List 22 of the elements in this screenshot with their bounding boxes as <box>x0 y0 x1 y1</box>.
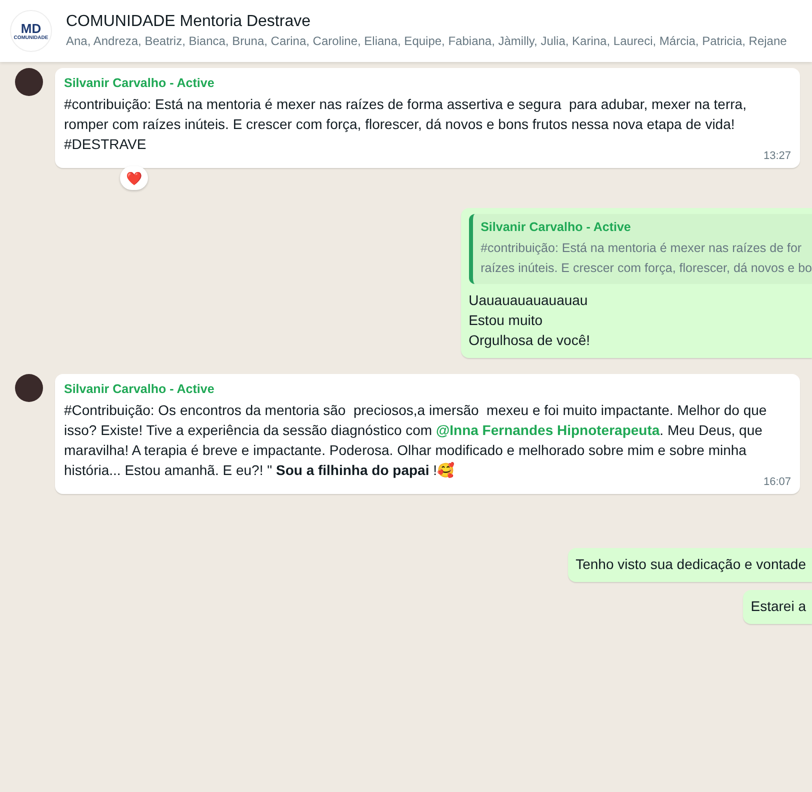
group-title[interactable]: COMUNIDADE Mentoria Destrave <box>66 13 787 31</box>
mention-link[interactable]: @Inna Fernandes Hipnoterapeuta <box>436 422 660 438</box>
message-text: Tenho visto sua dedicação e vontade <box>576 555 807 574</box>
member-list: Ana, Andreza, Beatriz, Bianca, Bruna, Carina, Caroline, Eliana, Equipe, Fabiana, Jàmilly, Julia, Karina, Laureci, Márcia, Patricia, Rejane <box>66 34 787 49</box>
message-time: 13:27 <box>762 150 791 162</box>
message-text: Orgulhosa de você! <box>468 331 591 350</box>
avatar <box>15 68 43 96</box>
quoted-sender: Silvanir Carvalho - Active <box>480 220 632 234</box>
logo-mark: MD <box>20 22 42 34</box>
sender-name: Silvanir Carvalho - Active <box>64 382 216 396</box>
message-time: 16:07 <box>762 476 791 488</box>
sender-name: Silvanir Carvalho - Active <box>64 76 216 90</box>
message-text: #contribuição: Está na mentoria é mexer nas raízes de forma assertiva e segura para adubar, mexer na terra, romper com raízes inúteis. E crescer com força, florescer, dá novos e bons frutos nessa nova etapa de vida! #DESTRAVE <box>64 95 748 154</box>
reaction-badge[interactable]: ❤ <box>120 166 148 190</box>
message-text: Uauauauauauauau <box>468 291 589 310</box>
message-text: #Contribuição: Os encontros da mentoria são preciosos,a imersão mexeu e foi muito impactante. Melhor do que isso? Existe! Tive a experiência da sessão diagnóstico com @Inna Fernandes Hipnoterapeuta. Meu Deus, que maravilha! A terapia é breve e impactante. Poderosa. Olhar modificado e melhorado sobre mim e sobre minha história... Estou amanhã. E eu?! " Sou a filhinha do papai !🥰 <box>64 401 767 478</box>
message-text: Estou muito <box>468 311 544 330</box>
quoted-text: #contribuição: Está na mentoria é mexer nas raízes de for <box>480 240 803 257</box>
quoted-message[interactable]: Silvanir Carvalho - Active #contribuição: Está na mentoria é mexer nas raízes de for raízes inúteis. E crescer com força, florescer, dá novos e bo <box>468 214 812 284</box>
message-text: Estarei a <box>750 597 807 616</box>
quoted-text: raízes inúteis. E crescer com força, florescer, dá novos e bo <box>480 260 812 277</box>
avatar <box>15 374 43 402</box>
